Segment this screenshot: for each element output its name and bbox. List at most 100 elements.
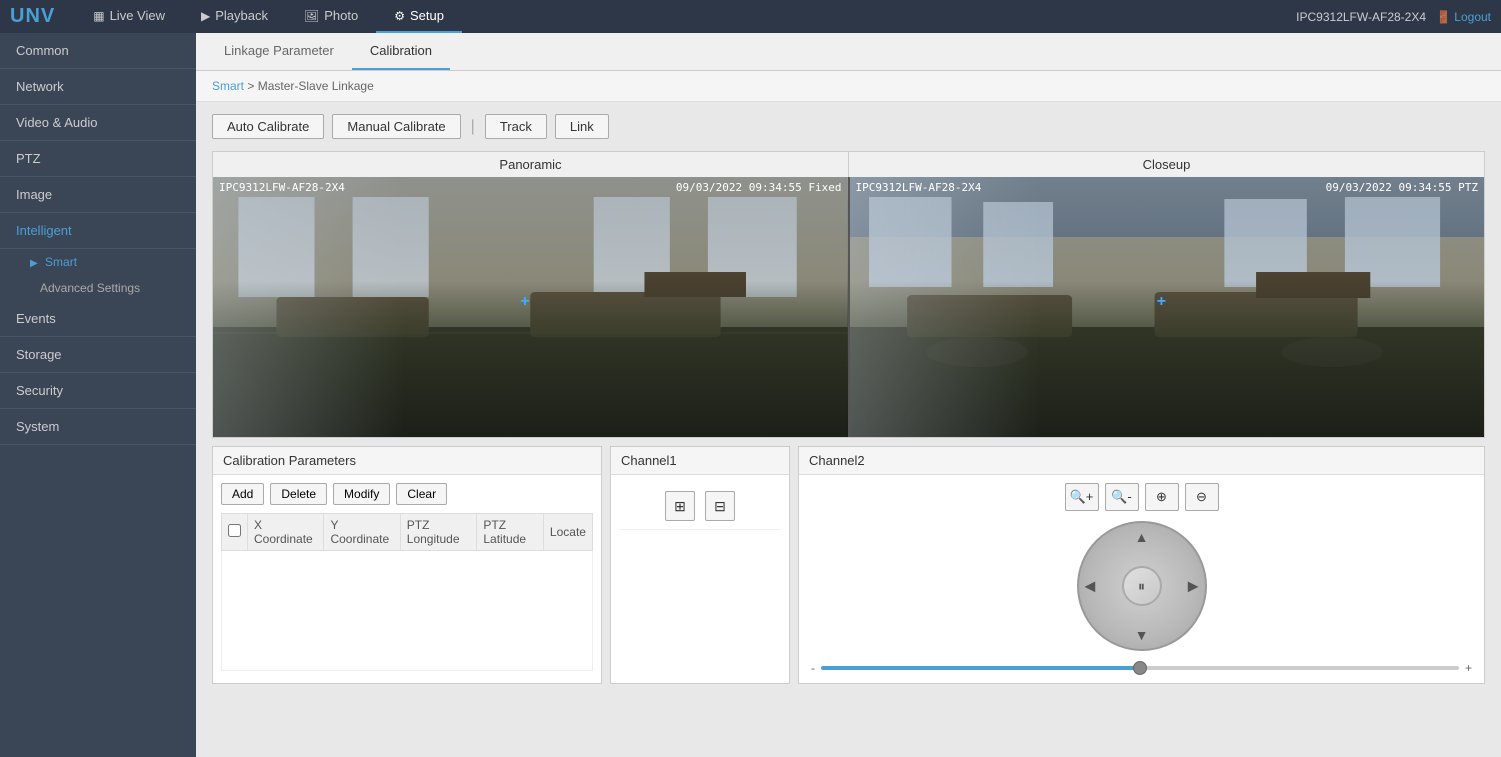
sidebar-item-events[interactable]: Events <box>0 301 196 337</box>
sidebar-item-image[interactable]: Image <box>0 177 196 213</box>
channel2-title: Channel2 <box>799 447 1484 475</box>
channel1-title: Channel1 <box>611 447 789 475</box>
track-button[interactable]: Track <box>485 114 547 139</box>
link-button[interactable]: Link <box>555 114 609 139</box>
ptz-focus-narrow-button[interactable]: ⊖ <box>1185 483 1219 511</box>
sidebar-storage-label: Storage <box>16 347 62 362</box>
ptz-focus-wide-button[interactable]: ⊕ <box>1145 483 1179 511</box>
clear-button[interactable]: Clear <box>396 483 447 505</box>
focus-narrow-icon: ⊖ <box>1196 489 1207 505</box>
sidebar-ptz-label: PTZ <box>16 151 41 166</box>
tab-calibration[interactable]: Calibration <box>352 33 450 70</box>
locate-header: Locate <box>543 514 592 551</box>
delete-button[interactable]: Delete <box>270 483 327 505</box>
ptz-up-button[interactable]: ▲ <box>1135 529 1149 545</box>
setup-label: Setup <box>410 8 444 23</box>
sidebar-item-advanced-settings[interactable]: Advanced Settings <box>0 275 196 301</box>
channel1-icons: ⊞ ⊟ <box>619 483 781 530</box>
x-coord-header: X Coordinate <box>248 514 324 551</box>
sidebar-item-network[interactable]: Network <box>0 69 196 105</box>
channel2-content: 🔍+ 🔍- ⊕ ⊖ <box>799 475 1484 683</box>
channel2-panel: Channel2 🔍+ 🔍- ⊕ <box>798 446 1485 684</box>
channel1-zoom-in-button[interactable]: ⊞ <box>665 491 695 521</box>
nav-item-live-view[interactable]: ▦ Live View <box>75 0 183 33</box>
nav-items: ▦ Live View ▶ Playback 🖼 Photo ⚙ Setup <box>75 0 462 33</box>
zoom-out-icon: ⊟ <box>714 498 726 515</box>
add-button[interactable]: Add <box>221 483 264 505</box>
ptz-stop-button[interactable]: ⏸ <box>1122 566 1162 606</box>
sidebar-system-label: System <box>16 419 59 434</box>
calibration-panel-title: Calibration Parameters <box>213 447 601 475</box>
breadcrumb-current: Master-Slave Linkage <box>258 79 374 93</box>
breadcrumb-smart-link[interactable]: Smart <box>212 79 244 93</box>
sidebar: Common Network Video & Audio PTZ Image I… <box>0 33 196 757</box>
sidebar-image-label: Image <box>16 187 52 202</box>
nav-item-setup[interactable]: ⚙ Setup <box>376 0 462 33</box>
playback-icon: ▶ <box>201 9 210 23</box>
slider-max-label: + <box>1465 661 1472 675</box>
action-buttons: Auto Calibrate Manual Calibrate | Track … <box>212 114 1485 139</box>
ptz-speed-slider[interactable] <box>821 666 1459 670</box>
breadcrumb-separator: > <box>247 79 257 93</box>
sidebar-item-common[interactable]: Common <box>0 33 196 69</box>
slider-min-label: - <box>811 661 815 675</box>
y-coord-header: Y Coordinate <box>324 514 400 551</box>
tab-linkage-parameter[interactable]: Linkage Parameter <box>206 33 352 70</box>
auto-calibrate-button[interactable]: Auto Calibrate <box>212 114 324 139</box>
sidebar-item-smart[interactable]: ▶ Smart <box>0 249 196 275</box>
locate-label: Locate <box>550 525 586 539</box>
channel1-panel: Channel1 ⊞ ⊟ <box>610 446 790 684</box>
closeup-overlay-left: IPC9312LFW-AF28-2X4 <box>856 181 982 194</box>
sidebar-item-video-audio[interactable]: Video & Audio <box>0 105 196 141</box>
sidebar-network-label: Network <box>16 79 64 94</box>
ptz-right-button[interactable]: ▶ <box>1188 578 1199 595</box>
closeup-camera-panel: IPC9312LFW-AF28-2X4 09/03/2022 09:34:55 … <box>848 177 1485 437</box>
camera-feeds: IPC9312LFW-AF28-2X4 09/03/2022 09:34:55 … <box>213 177 1484 437</box>
nav-item-playback[interactable]: ▶ Playback <box>183 0 286 33</box>
ptz-slider-row: - + <box>807 661 1476 675</box>
select-all-checkbox[interactable] <box>228 524 241 537</box>
sidebar-events-label: Events <box>16 311 56 326</box>
calibration-action-buttons: Add Delete Modify Clear <box>221 483 593 505</box>
calibration-parameters-panel: Calibration Parameters Add Delete Modify… <box>212 446 602 684</box>
checkbox-header <box>222 514 248 551</box>
ptz-down-button[interactable]: ▼ <box>1135 627 1149 643</box>
tab-bar: Linkage Parameter Calibration <box>196 33 1501 71</box>
live-view-label: Live View <box>110 8 165 23</box>
content-area: Linkage Parameter Calibration Smart > Ma… <box>196 33 1501 757</box>
calibration-table-header: X Coordinate Y Coordinate PTZ Longitude <box>222 514 593 551</box>
ptz-lat-header: PTZ Latitude <box>477 514 544 551</box>
sidebar-item-ptz[interactable]: PTZ <box>0 141 196 177</box>
ptz-zoom-in-icon: 🔍+ <box>1070 489 1094 505</box>
sidebar-item-system[interactable]: System <box>0 409 196 445</box>
modify-button[interactable]: Modify <box>333 483 390 505</box>
sidebar-intelligent-label: Intelligent <box>16 223 72 238</box>
closeup-crosshair <box>1161 301 1173 313</box>
views-header: Panoramic Closeup <box>213 152 1484 177</box>
arrow-icon: ▶ <box>30 258 38 269</box>
sidebar-item-storage[interactable]: Storage <box>0 337 196 373</box>
ptz-left-button[interactable]: ◀ <box>1085 578 1096 595</box>
y-coord-label: Y Coordinate <box>330 518 389 546</box>
calibration-label: Calibration <box>370 43 432 58</box>
ptz-zoom-in-button[interactable]: 🔍+ <box>1065 483 1099 511</box>
live-view-icon: ▦ <box>93 9 104 23</box>
setup-icon: ⚙ <box>394 9 405 23</box>
nav-item-photo[interactable]: 🖼 Photo <box>286 0 376 33</box>
ptz-long-label: PTZ Longitude <box>407 518 460 546</box>
sidebar-video-label: Video & Audio <box>16 115 97 130</box>
top-navigation: UNV ▦ Live View ▶ Playback 🖼 Photo ⚙ Set… <box>0 0 1501 33</box>
ptz-long-header: PTZ Longitude <box>400 514 477 551</box>
channel1-zoom-out-button[interactable]: ⊟ <box>705 491 735 521</box>
bottom-panels: Calibration Parameters Add Delete Modify… <box>212 446 1485 684</box>
sidebar-item-security[interactable]: Security <box>0 373 196 409</box>
panoramic-overlay-left: IPC9312LFW-AF28-2X4 <box>219 181 345 194</box>
manual-calibrate-button[interactable]: Manual Calibrate <box>332 114 460 139</box>
ptz-zoom-out-button[interactable]: 🔍- <box>1105 483 1139 511</box>
closeup-overlay-right: 09/03/2022 09:34:55 PTZ <box>1326 181 1478 194</box>
main-layout: Common Network Video & Audio PTZ Image I… <box>0 33 1501 757</box>
sidebar-item-intelligent[interactable]: Intelligent <box>0 213 196 249</box>
logout-button[interactable]: 🚪 Logout <box>1436 10 1491 24</box>
camera-views-wrapper: Panoramic Closeup <box>212 151 1485 438</box>
sidebar-advanced-label: Advanced Settings <box>40 281 140 295</box>
